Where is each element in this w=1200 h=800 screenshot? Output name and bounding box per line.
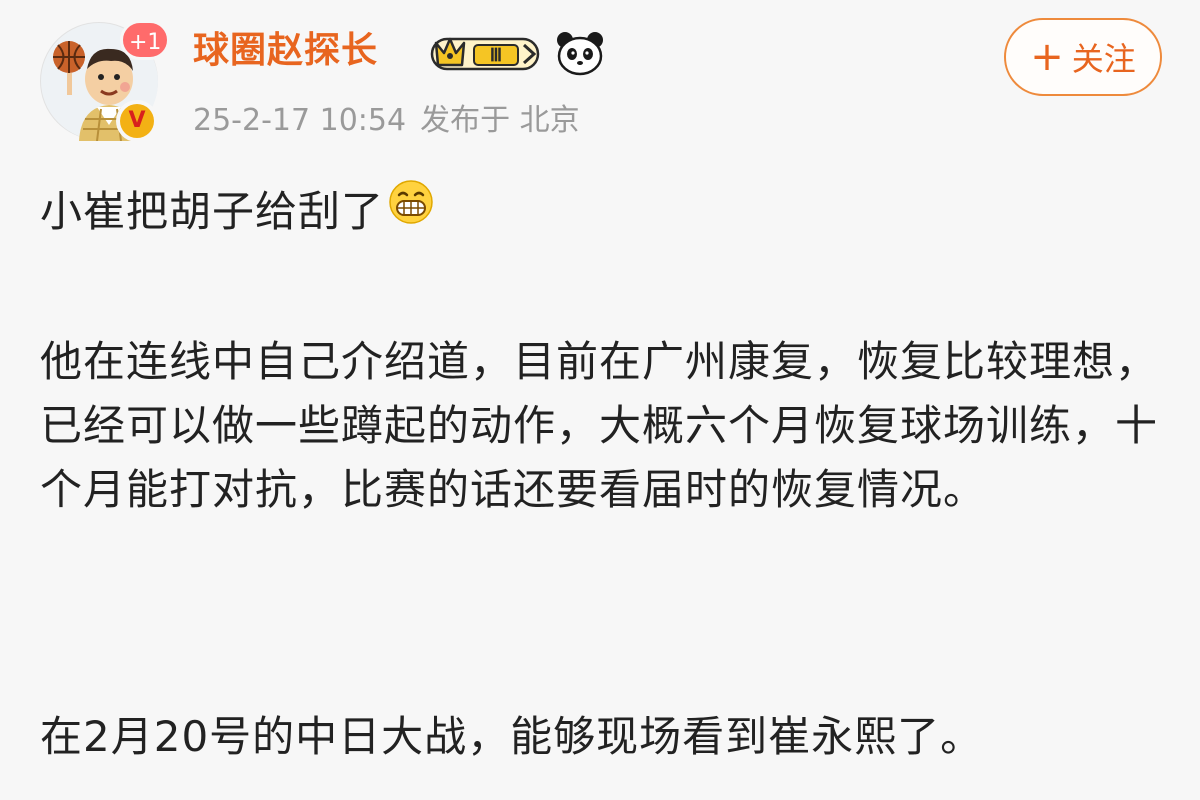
post-header: +1 V 球圈赵探长 Ⅲ 25-2-17 10:54 发布于 北京 + 关注 [0, 0, 1200, 160]
level-badge-text: Ⅲ [490, 45, 502, 65]
post-meta: 25-2-17 10:54 发布于 北京 [193, 100, 594, 142]
username[interactable]: 球圈赵探长 [193, 28, 378, 74]
grin-emoji-icon [388, 179, 434, 243]
verified-icon: V [116, 100, 158, 142]
follow-plus-icon: + [1030, 34, 1064, 80]
crown-level-icon[interactable]: Ⅲ [430, 33, 542, 77]
post-time: 25-2-17 10:54 [193, 103, 407, 138]
paragraph-1-text: 小崔把胡子给刮了 [40, 187, 385, 236]
post-location: 发布于 北京 [420, 103, 580, 138]
paragraph-2: 他在连线中自己介绍道，目前在广州康复，恢复比较理想，已经可以做一些蹲起的动作，大… [40, 337, 1159, 514]
paragraph-3: 在2月20号的中日大战，能够现场看到崔永熙了。 [40, 712, 984, 761]
paragraph-1: 小崔把胡子给刮了 [40, 179, 434, 247]
panda-icon[interactable] [555, 30, 605, 80]
avatar-notification-badge: +1 [120, 20, 171, 60]
verified-mark: V [120, 104, 154, 138]
follow-label: 关注 [1071, 40, 1136, 78]
follow-button[interactable]: + 关注 [1004, 18, 1162, 96]
